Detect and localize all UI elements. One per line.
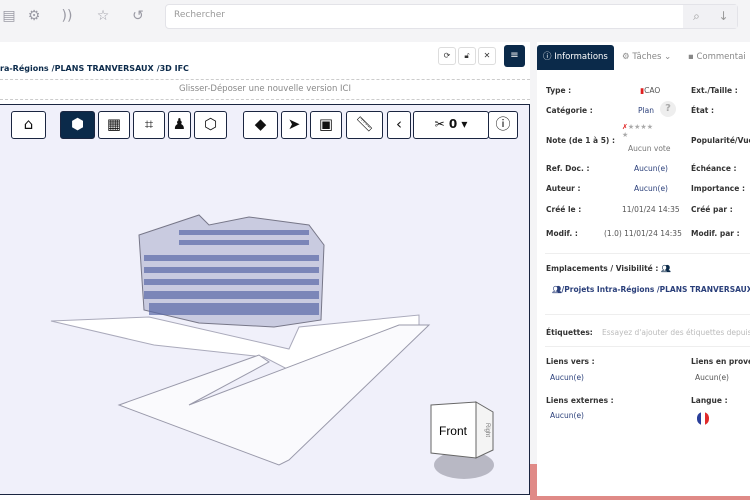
refresh-button[interactable]: ⟳ <box>438 47 456 65</box>
cree-value: 11/01/24 14:35 <box>622 205 680 214</box>
tab-label: Commentai <box>696 52 746 62</box>
star-icon[interactable]: ☆ <box>94 7 112 25</box>
importance-label: Importance : <box>691 184 745 193</box>
tab-informations[interactable]: ⓘ Informations <box>537 45 614 70</box>
etiquettes-label: Étiquettes: <box>546 328 593 337</box>
note-value: Aucun vote <box>628 144 671 153</box>
rss-icon[interactable]: )) <box>58 7 76 25</box>
dropzone[interactable]: Glisser-Déposer une nouvelle version ICI <box>0 79 530 100</box>
group-icon: 👥︎ <box>552 285 562 294</box>
creepar-label: Créé par : <box>691 205 733 214</box>
liens-vers-label: Liens vers : <box>546 357 595 366</box>
breadcrumb-item[interactable]: /3D IFC <box>157 64 189 73</box>
3d-viewer[interactable]: ⌂ ⬢ ▦ ⌗ ♟ ⬡ ◆ ➤ ▣ 📏︎ ‹ ✂ 0 ▾ ⓘ Front Rig… <box>0 104 530 495</box>
modifpar-label: Modif. par : <box>691 229 740 238</box>
modif-value: (1.0) 11/01/24 14:35 <box>604 229 682 238</box>
search-placeholder: Rechercher <box>174 10 225 20</box>
liens-prov-label: Liens en proven <box>691 357 750 366</box>
history-icon[interactable]: ↺ <box>129 7 147 25</box>
breadcrumb-item[interactable]: /PLANS TRANVERSAUX <box>52 64 154 73</box>
tab-label: Tâches <box>632 52 662 62</box>
auteur-value: Aucun(e) <box>634 184 668 193</box>
divider <box>545 253 750 254</box>
type-label: Type : <box>546 86 572 95</box>
3d-model: Front Right <box>50 214 494 479</box>
tab-label: Informations <box>554 52 608 62</box>
liens-ext-value: Aucun(e) <box>550 411 584 420</box>
liens-ext-label: Liens externes : <box>546 396 614 405</box>
location-path[interactable]: 👥︎/Projets Intra-Régions /PLANS TRANVERS… <box>552 285 750 294</box>
popularite-label: Popularité/Vue <box>691 136 750 145</box>
cree-label: Créé le : <box>546 205 582 214</box>
modif-label: Modif. : <box>546 229 578 238</box>
search-icon[interactable]: ⌕ <box>683 5 710 28</box>
folders-icon[interactable]: ▤ <box>0 7 18 25</box>
type-value: ▮CAO <box>640 86 661 95</box>
note-label: Note (de 1 à 5) : <box>546 136 615 145</box>
divider <box>545 314 750 315</box>
menu-button[interactable]: ≡ <box>504 45 525 67</box>
french-flag-icon <box>697 412 709 425</box>
tab-taches[interactable]: ⚙ Tâches ⌄ <box>622 45 671 70</box>
viewcube-front[interactable]: Front <box>439 424 468 438</box>
group-icon: 👥︎ <box>661 264 671 273</box>
unlock-button[interactable]: 🔓︎ <box>458 47 476 65</box>
langue-label: Langue : <box>691 396 728 405</box>
top-bar: ▤ ⚙ )) ☆ ↺ Rechercher ⌕ ↓ <box>0 0 750 34</box>
ref-value: Aucun(e) <box>634 164 668 173</box>
breadcrumb-item[interactable]: ra-Régions <box>0 64 49 73</box>
download-icon[interactable]: ↓ <box>710 5 737 28</box>
liens-prov-value: Aucun(e) <box>695 373 729 382</box>
tab-commentaires[interactable]: ▪ Commentai <box>688 45 746 70</box>
emplacements-label: Emplacements / Visibilité : 👥︎ <box>546 264 671 273</box>
ext-label: Ext./Taille : <box>691 86 738 95</box>
liens-vers-value: Aucun(e) <box>550 373 584 382</box>
etat-label: État : <box>691 106 714 115</box>
categorie-value: Plan <box>638 106 654 115</box>
etiquettes-input[interactable]: Essayez d'ajouter des étiquettes depuis <box>602 328 750 337</box>
view-cube[interactable]: Front Right <box>430 401 494 479</box>
divider <box>545 346 750 347</box>
viewcube-right[interactable]: Right <box>484 423 490 437</box>
search-input[interactable]: Rechercher ⌕ ↓ <box>165 4 738 29</box>
gears-icon[interactable]: ⚙ <box>25 7 43 25</box>
echeance-label: Échéance : <box>691 164 737 173</box>
help-icon[interactable]: ? <box>660 101 676 117</box>
categorie-label: Catégorie : <box>546 106 593 115</box>
auteur-label: Auteur : <box>546 184 581 193</box>
fullscreen-button[interactable]: ✕ <box>478 47 496 65</box>
breadcrumb: ra-Régions/PLANS TRANVERSAUX/3D IFC <box>0 64 192 73</box>
rating-stars[interactable]: ✗★★★★ ★ <box>622 123 653 139</box>
ref-label: Ref. Doc. : <box>546 164 590 173</box>
